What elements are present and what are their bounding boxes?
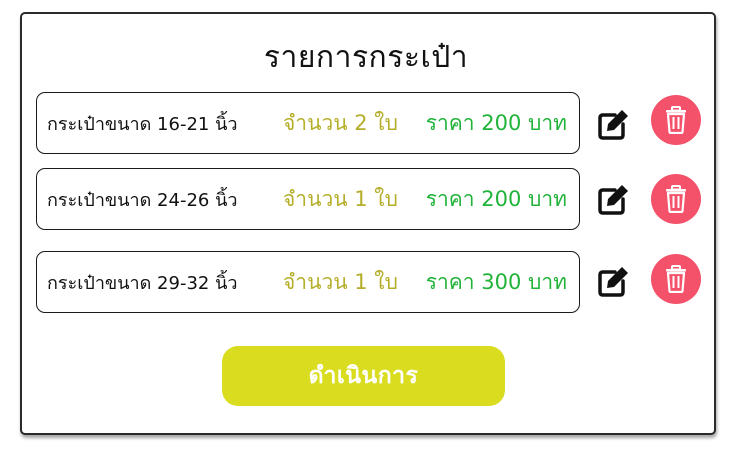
- trash-icon: [666, 185, 686, 213]
- edit-button[interactable]: [594, 106, 632, 144]
- trash-icon: [666, 265, 686, 293]
- edit-button[interactable]: [594, 181, 632, 219]
- list-item: กระเป๋าขนาด 16-21 นิ้ว จำนวน 2 ใบ ราคา 2…: [36, 92, 580, 154]
- edit-icon: [598, 110, 628, 140]
- item-name: กระเป๋าขนาด 16-21 นิ้ว: [47, 113, 238, 135]
- item-price: ราคา 300 บาท: [425, 269, 567, 294]
- item-quantity: จำนวน 1 ใบ: [283, 186, 398, 211]
- list-item: กระเป๋าขนาด 24-26 นิ้ว จำนวน 1 ใบ ราคา 2…: [36, 168, 580, 230]
- item-name: กระเป๋าขนาด 24-26 นิ้ว: [47, 189, 238, 211]
- item-price: ราคา 200 บาท: [425, 186, 567, 211]
- item-price: ราคา 200 บาท: [425, 110, 567, 135]
- edit-button[interactable]: [594, 263, 632, 301]
- page-title: รายการกระเป๋า: [263, 40, 469, 75]
- item-quantity: จำนวน 2 ใบ: [283, 110, 398, 135]
- item-name: กระเป๋าขนาด 29-32 นิ้ว: [47, 272, 238, 294]
- edit-icon: [598, 185, 628, 215]
- trash-icon: [666, 106, 686, 134]
- edit-icon: [598, 267, 628, 297]
- proceed-button[interactable]: ดำเนินการ: [222, 346, 505, 406]
- delete-button[interactable]: [651, 95, 701, 145]
- delete-button[interactable]: [651, 174, 701, 224]
- item-quantity: จำนวน 1 ใบ: [283, 269, 398, 294]
- delete-button[interactable]: [651, 254, 701, 304]
- list-item: กระเป๋าขนาด 29-32 นิ้ว จำนวน 1 ใบ ราคา 3…: [36, 251, 580, 313]
